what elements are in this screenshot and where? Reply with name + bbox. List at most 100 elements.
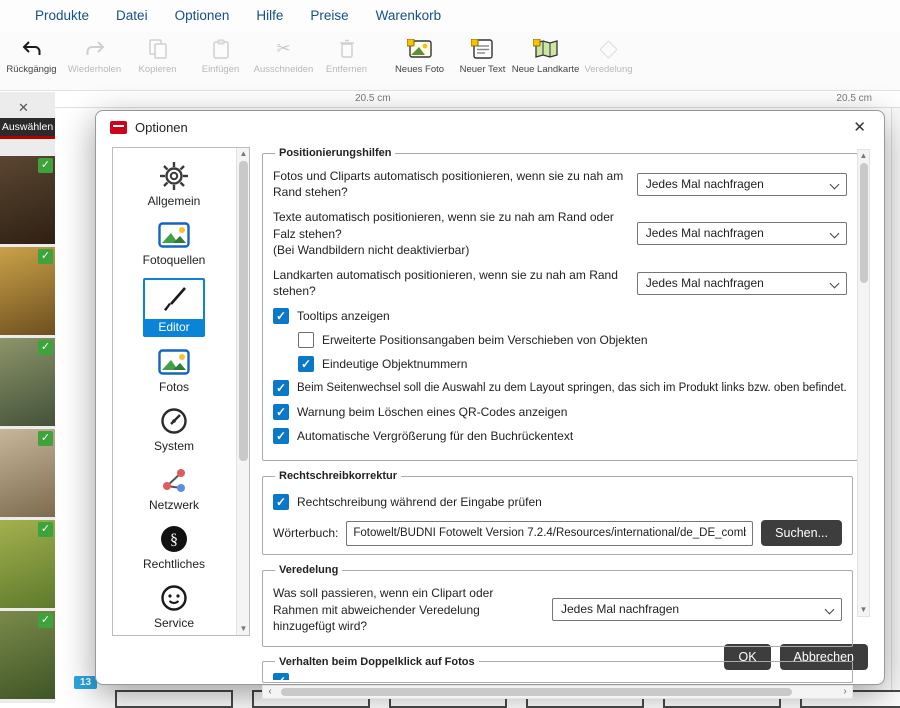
dropdown-fotos-positionieren[interactable]: Jedes Mal nachfragen	[637, 173, 847, 196]
nav-item-service[interactable]: Service	[154, 582, 194, 630]
support-icon	[160, 582, 188, 614]
dictionary-path-input[interactable]	[346, 521, 753, 546]
ruler-label-left: 20.5 cm	[355, 93, 391, 104]
content-vscrollbar[interactable]: ▲ ▼	[857, 149, 870, 617]
menu-warenkorb[interactable]: Warenkorb	[376, 8, 442, 23]
toolbar-button-new-text[interactable]: Neuer Text	[451, 38, 514, 75]
system-icon	[160, 405, 188, 437]
checkbox-icon	[273, 673, 289, 680]
checkbox-label: Rechtschreibung während der Eingabe prüf…	[297, 495, 542, 509]
toolbar-label: Veredelung	[584, 64, 632, 75]
menu-preise[interactable]: Preise	[310, 8, 348, 23]
scrollbar-thumb[interactable]	[239, 161, 248, 461]
scroll-down-icon[interactable]: ▼	[858, 604, 869, 616]
check-icon: ✓	[38, 522, 53, 537]
checkbox-eindeutige-objektnummern[interactable]: Eindeutige Objektnummern	[298, 356, 847, 372]
chevron-down-icon	[829, 179, 839, 189]
check-icon: ✓	[38, 249, 53, 264]
trash-icon	[339, 38, 355, 60]
search-button[interactable]: Suchen...	[761, 520, 842, 546]
option-text: Texte automatisch positionieren, wenn si…	[273, 209, 625, 258]
checkbox-label: Automatische Vergrößerung für den Buchrü…	[297, 429, 573, 443]
photo-thumbnail[interactable]: ✓	[0, 247, 55, 335]
group-title: Veredelung	[275, 564, 342, 576]
scrollbar-thumb[interactable]	[281, 688, 792, 696]
scrollbar-thumb[interactable]	[860, 163, 868, 283]
toolbar-button-copy[interactable]: Kopieren	[126, 38, 189, 75]
scroll-left-icon[interactable]: ‹	[263, 686, 277, 698]
toolbar-button-finishing[interactable]: Veredelung	[577, 38, 640, 75]
menu-datei[interactable]: Datei	[116, 8, 148, 23]
nav-item-rechtliches[interactable]: § Rechtliches	[143, 523, 205, 571]
toolbar-label: Neuer Text	[460, 64, 506, 75]
nav-item-netzwerk[interactable]: Netzwerk	[149, 464, 199, 512]
dropdown-landkarten-positionieren[interactable]: Jedes Mal nachfragen	[637, 272, 847, 295]
dialog-titlebar[interactable]: Optionen ✕	[96, 111, 884, 143]
panel-tab-auswaehlen[interactable]: Auswählen	[0, 118, 55, 139]
toolbar-label: Neue Landkarte	[512, 64, 580, 75]
checkbox-icon	[298, 332, 314, 348]
gear-icon	[159, 160, 189, 192]
nav-item-allgemein[interactable]: Allgemein	[148, 160, 201, 208]
nav-item-system[interactable]: System	[154, 405, 194, 453]
checkbox-buchruecken-vergroesserung[interactable]: Automatische Vergrößerung für den Buchrü…	[273, 428, 847, 444]
checkbox-erweiterte-positionsangaben[interactable]: Erweiterte Positionsangaben beim Verschi…	[298, 332, 847, 348]
photo-thumbnail[interactable]: ✓	[0, 338, 55, 426]
chevron-down-icon	[829, 229, 839, 239]
photos-icon	[158, 346, 190, 378]
new-text-icon	[471, 38, 495, 60]
svg-text:§: §	[170, 532, 178, 549]
photo-thumbnail[interactable]: ✓	[0, 611, 55, 699]
nav-scrollbar[interactable]: ▲ ▼	[236, 148, 249, 635]
page-number-badge: 13	[74, 676, 97, 689]
menu-optionen[interactable]: Optionen	[175, 8, 230, 23]
chevron-down-icon	[829, 278, 839, 288]
nav-label: System	[154, 439, 194, 453]
toolbar-button-new-photo[interactable]: Neues Foto	[388, 38, 451, 75]
page-thumbnail[interactable]	[115, 690, 233, 708]
scroll-up-icon[interactable]: ▲	[858, 150, 869, 162]
nav-item-editor[interactable]: Editor	[143, 278, 205, 337]
toolbar-button-paste[interactable]: Einfügen	[189, 38, 252, 75]
toolbar-label: Kopieren	[138, 64, 176, 75]
checkbox-qr-warnung[interactable]: Warnung beim Löschen eines QR-Codes anze…	[273, 404, 847, 420]
dropdown-value: Jedes Mal nachfragen	[646, 177, 764, 191]
dropdown-value: Jedes Mal nachfragen	[646, 226, 764, 240]
scroll-up-icon[interactable]: ▲	[237, 148, 250, 160]
nav-item-fotos[interactable]: Fotos	[158, 346, 190, 394]
close-icon[interactable]: ✕	[18, 100, 29, 116]
close-icon[interactable]: ✕	[849, 116, 870, 138]
check-icon: ✓	[38, 340, 53, 355]
dropdown-texte-positionieren[interactable]: Jedes Mal nachfragen	[637, 222, 847, 245]
toolbar-button-redo[interactable]: Wiederholen	[63, 38, 126, 75]
photo-thumbnail[interactable]: ✓	[0, 156, 55, 244]
toolbar-button-cut[interactable]: ✂ Ausschneiden	[252, 38, 315, 75]
toolbar-button-undo[interactable]: Rückgängig	[0, 38, 63, 75]
settings-nav-list: Allgemein Fotoquellen Editor Fotos	[112, 147, 250, 636]
network-icon	[160, 464, 188, 496]
menu-hilfe[interactable]: Hilfe	[256, 8, 283, 23]
photo-source-icon	[158, 219, 190, 251]
redo-icon	[84, 38, 106, 60]
nav-label: Service	[154, 616, 194, 630]
group-positionierungshilfen: Positionierungshilfen Fotos und Cliparts…	[262, 147, 858, 461]
checkbox-rechtschreibung[interactable]: Rechtschreibung während der Eingabe prüf…	[273, 494, 842, 510]
menu-produkte[interactable]: Produkte	[35, 8, 89, 23]
photo-list-panel: ✕ Auswählen ✓ ✓ ✓ ✓ ✓ ✓	[0, 92, 55, 703]
toolbar: Rückgängig Wiederholen Kopieren Einfügen…	[0, 31, 900, 91]
scroll-down-icon[interactable]: ▼	[237, 623, 250, 635]
scroll-right-icon[interactable]: ›	[838, 686, 852, 698]
dropdown-veredelung[interactable]: Jedes Mal nachfragen	[552, 598, 842, 621]
checkbox-icon	[273, 380, 289, 396]
nav-item-fotoquellen[interactable]: Fotoquellen	[143, 219, 206, 267]
photo-thumbnail[interactable]: ✓	[0, 429, 55, 517]
toolbar-label: Neues Foto	[395, 64, 444, 75]
toolbar-button-delete[interactable]: Entfernen	[315, 38, 378, 75]
checkbox-seitenwechsel-layout[interactable]: Beim Seitenwechsel soll die Auswahl zu d…	[273, 380, 847, 396]
checkbox-label: Erweiterte Positionsangaben beim Verschi…	[322, 333, 648, 347]
toolbar-button-new-map[interactable]: Neue Landkarte	[514, 38, 577, 75]
photo-thumbnail[interactable]: ✓	[0, 520, 55, 608]
checkbox-tooltips[interactable]: Tooltips anzeigen	[273, 308, 847, 324]
content-hscrollbar[interactable]: ‹ ›	[262, 685, 853, 699]
checkbox-label: Eindeutige Objektnummern	[322, 357, 467, 371]
